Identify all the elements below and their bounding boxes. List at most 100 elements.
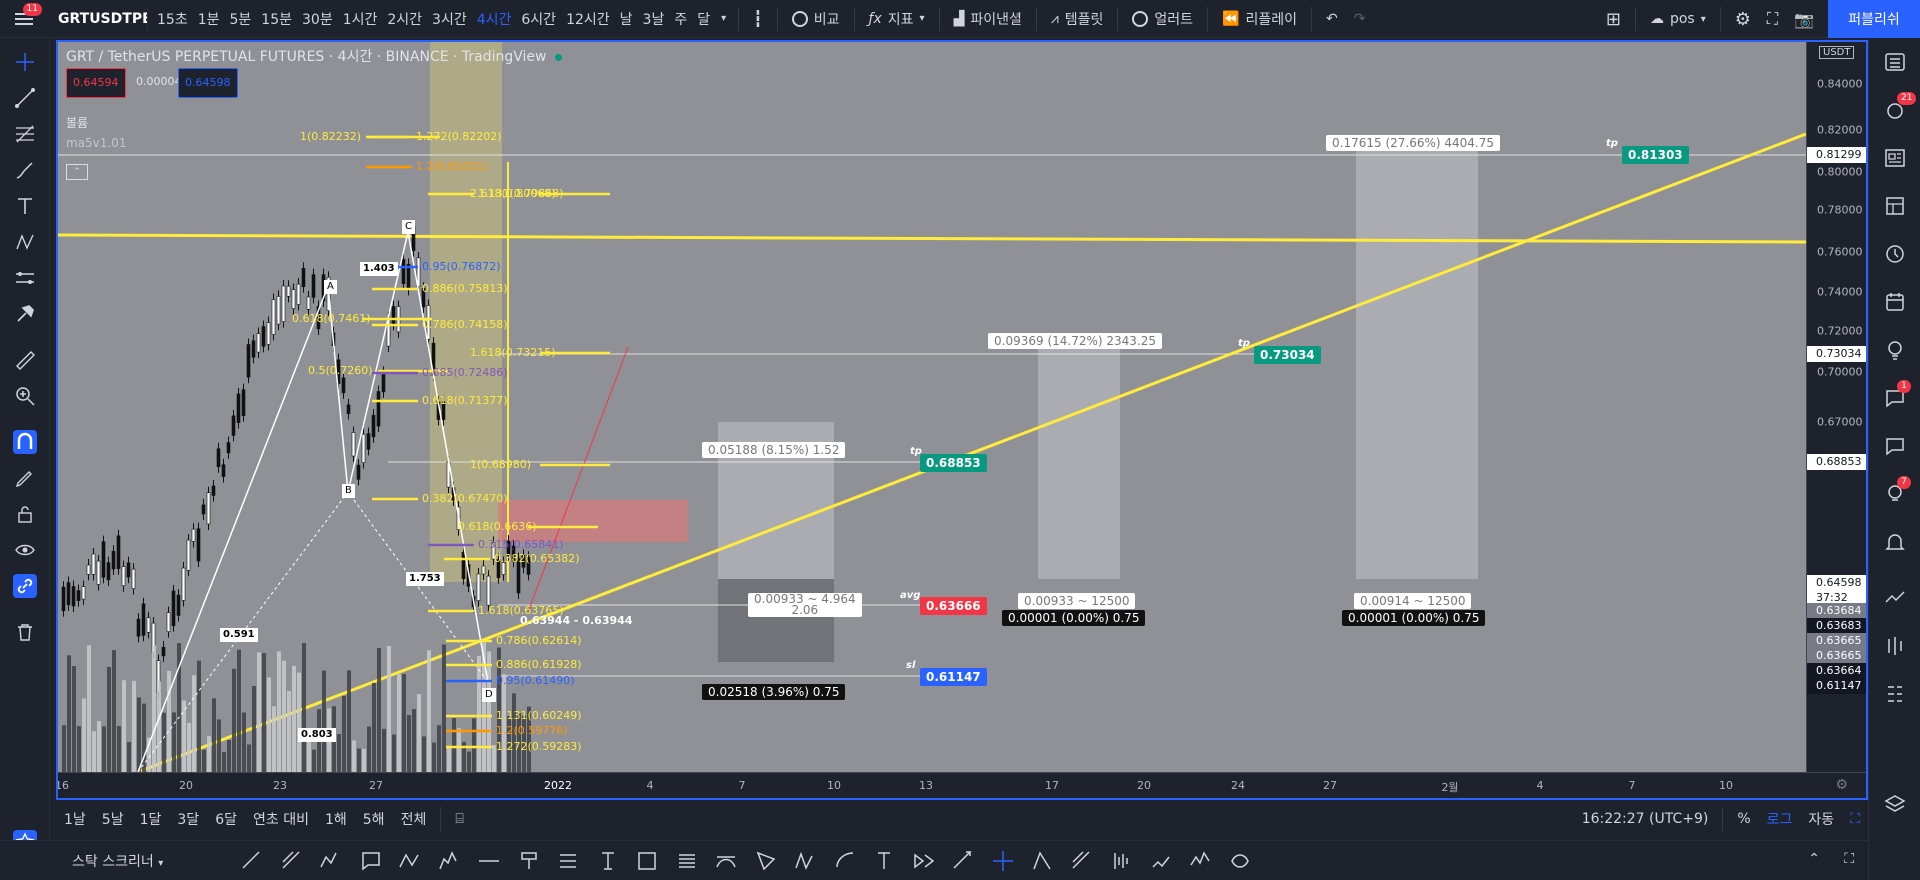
interval-7[interactable]: 3시간: [427, 9, 472, 29]
range-3[interactable]: 3달: [169, 809, 207, 829]
tp2-tag[interactable]: 0.73034: [1254, 346, 1321, 364]
drawing-tool-12[interactable]: [714, 849, 738, 873]
avg-tag[interactable]: 0.63666: [920, 597, 987, 615]
snapshot-button[interactable]: 📷: [1786, 4, 1822, 34]
range-2[interactable]: 1달: [132, 809, 170, 829]
drawing-tool-9[interactable]: [596, 849, 620, 873]
settings-button[interactable]: ⚙: [1727, 4, 1759, 34]
interval-2[interactable]: 5분: [225, 9, 257, 29]
replay-button[interactable]: ⏪ 리플레이: [1214, 4, 1305, 34]
crosshair-tool[interactable]: [13, 50, 37, 74]
interval-11[interactable]: 날: [615, 9, 638, 29]
interval-4[interactable]: 30분: [297, 9, 338, 29]
measure-tool[interactable]: [13, 348, 37, 372]
drawing-tool-11[interactable]: [675, 849, 699, 873]
lock-drawings-tool[interactable]: [13, 502, 37, 526]
interval-0[interactable]: 15초: [152, 9, 193, 29]
hide-drawings-tool[interactable]: [13, 538, 37, 562]
private-chats-button[interactable]: [1883, 434, 1907, 458]
chart-type-button[interactable]: ┇: [745, 4, 771, 34]
alerts-button[interactable]: [1883, 530, 1907, 554]
fullscreen-icon[interactable]: ⛶: [1842, 811, 1868, 827]
brush-tool[interactable]: [13, 158, 37, 182]
layout-name-button[interactable]: ☁ pos ▾: [1642, 4, 1714, 34]
percent-toggle[interactable]: %: [1729, 811, 1758, 827]
range-8[interactable]: 전체: [393, 809, 435, 829]
interval-10[interactable]: 12시간: [561, 9, 615, 29]
plot-area[interactable]: GRT / TetherUS PERPETUAL FUTURES · 4시간 ·…: [58, 42, 1806, 772]
drawing-tool-1[interactable]: [280, 849, 304, 873]
news-button[interactable]: [1883, 146, 1907, 170]
layers-button[interactable]: [1883, 792, 1907, 816]
range-7[interactable]: 5해: [355, 809, 393, 829]
drawing-tool-6[interactable]: [477, 849, 501, 873]
time-scale[interactable]: 16 20 23 27 2022 4 7 10 13 17 20 24 27 2월 4 7 10 ⚙: [58, 772, 1866, 798]
drawing-tool-0[interactable]: [240, 849, 264, 873]
prediction-tool[interactable]: [13, 266, 37, 290]
currency-label[interactable]: USDT: [1819, 46, 1855, 59]
range-4[interactable]: 6달: [207, 809, 245, 829]
tp1-tag[interactable]: 0.68853: [920, 454, 987, 472]
pattern-tool[interactable]: [13, 230, 37, 254]
drawing-tool-18[interactable]: [951, 849, 975, 873]
goto-date-button[interactable]: ⌸: [447, 811, 471, 827]
fib-tool[interactable]: [13, 122, 37, 146]
text-tool[interactable]: [13, 194, 37, 218]
drawing-tool-2[interactable]: [319, 849, 343, 873]
interval-5[interactable]: 1시간: [338, 9, 383, 29]
main-menu-button[interactable]: 11: [0, 0, 48, 38]
maximize-panel-icon[interactable]: ⛶: [1844, 851, 1854, 867]
trading-panel-button[interactable]: [1883, 586, 1907, 610]
sell-button[interactable]: 0.64594: [66, 68, 126, 98]
financials-button[interactable]: ▟ 파이낸셜: [946, 4, 1030, 34]
price-scale[interactable]: USDT 0.84000 0.82000 0.80000 0.78000 0.76000…: [1806, 42, 1866, 772]
range-1[interactable]: 5날: [94, 809, 132, 829]
alert-button[interactable]: 얼러트: [1124, 4, 1201, 34]
calendar-button[interactable]: [1883, 290, 1907, 314]
log-toggle[interactable]: 로그: [1759, 809, 1801, 829]
drawing-tool-4[interactable]: [398, 849, 422, 873]
collapse-legend-button[interactable]: ⌃: [66, 164, 88, 180]
drawing-tool-14[interactable]: [793, 849, 817, 873]
drawing-tool-5[interactable]: [438, 849, 462, 873]
keep-drawing-tool[interactable]: [13, 466, 37, 490]
collapse-panel-icon[interactable]: ⌃: [1808, 851, 1820, 867]
ideas-stream-button[interactable]: [1883, 338, 1907, 362]
chevron-down-icon[interactable]: ▾: [715, 13, 732, 24]
redo-button[interactable]: ↷: [1346, 4, 1374, 34]
stock-screener-tab[interactable]: 스탁 스크리너 ▾: [72, 851, 163, 871]
range-0[interactable]: 1날: [56, 809, 94, 829]
undo-button[interactable]: ↶: [1318, 4, 1346, 34]
sl-tag[interactable]: 0.61147: [920, 668, 987, 686]
interval-3[interactable]: 15분: [256, 9, 297, 29]
drawing-tool-16[interactable]: [872, 849, 896, 873]
chart-pane[interactable]: GRT / TetherUS PERPETUAL FUTURES · 4시간 ·…: [56, 40, 1868, 800]
icon-tool[interactable]: [13, 302, 37, 326]
range-6[interactable]: 1해: [317, 809, 355, 829]
trendline-tool[interactable]: [13, 86, 37, 110]
gear-icon[interactable]: ⚙: [1835, 777, 1848, 793]
drawing-tool-15[interactable]: [833, 849, 857, 873]
drawing-tool-25[interactable]: [1228, 849, 1252, 873]
clock-label[interactable]: 16:22:27 (UTC+9): [1574, 811, 1717, 827]
fullscreen-button[interactable]: ⛶: [1759, 4, 1786, 34]
drawing-tool-21[interactable]: [1070, 849, 1094, 873]
drawing-tool-17[interactable]: [912, 849, 936, 873]
drawing-tool-10[interactable]: [635, 849, 659, 873]
dom-button[interactable]: [1883, 634, 1907, 658]
hotlists-button[interactable]: [1883, 242, 1907, 266]
chats-button[interactable]: 1: [1883, 380, 1911, 410]
indicators-button[interactable]: ƒx 지표 ▾: [861, 4, 933, 34]
publish-button[interactable]: 퍼블리쉬: [1828, 0, 1920, 38]
data-window-button[interactable]: [1883, 194, 1907, 218]
interval-14[interactable]: 달: [692, 9, 715, 29]
interval-12[interactable]: 3날: [638, 9, 670, 29]
remove-drawings-tool[interactable]: [13, 620, 37, 644]
templates-button[interactable]: ⩘ 템플릿: [1043, 4, 1112, 34]
ideas-button[interactable]: 21: [1883, 92, 1917, 122]
buy-button[interactable]: 0.64598: [178, 68, 238, 98]
object-tree-button[interactable]: [1883, 682, 1907, 706]
drawing-tool-3[interactable]: [359, 849, 383, 873]
magnet-tool[interactable]: [13, 430, 37, 454]
auto-toggle[interactable]: 자동: [1800, 809, 1842, 829]
